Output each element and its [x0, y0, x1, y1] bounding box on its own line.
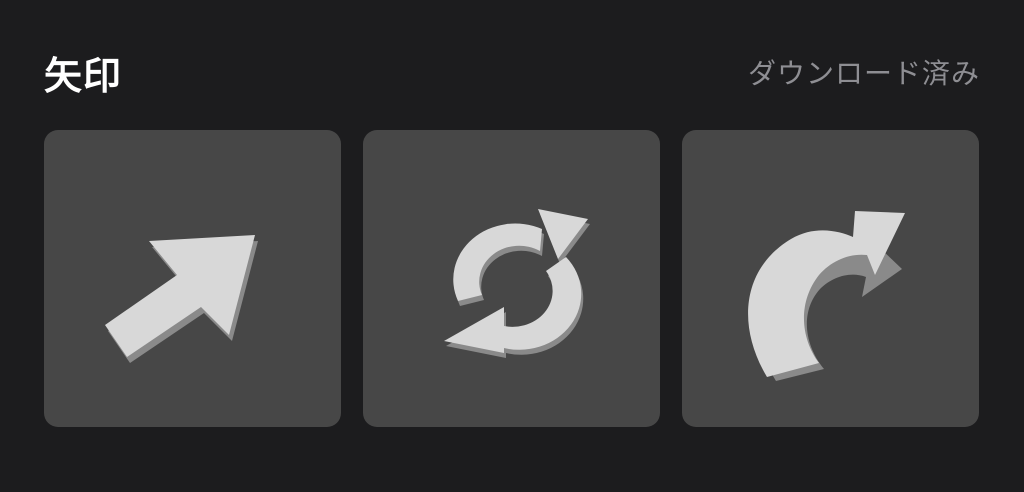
category-header: 矢印 ダウンロード済み: [44, 44, 980, 100]
curved-arrow-icon: [747, 210, 905, 381]
category-title: 矢印: [44, 53, 123, 98]
sticker-tile-refresh[interactable]: [363, 130, 660, 427]
sticker-category-panel: 矢印 ダウンロード済み: [0, 0, 1024, 492]
sticker-tile-curved-arrow[interactable]: [682, 130, 979, 427]
download-status: ダウンロード済み: [747, 57, 980, 90]
refresh-cycle-icon: [443, 208, 590, 358]
sticker-tile-diagonal-arrow[interactable]: [44, 130, 341, 427]
diagonal-arrow-icon: [104, 234, 258, 363]
sticker-grid: [44, 130, 979, 427]
